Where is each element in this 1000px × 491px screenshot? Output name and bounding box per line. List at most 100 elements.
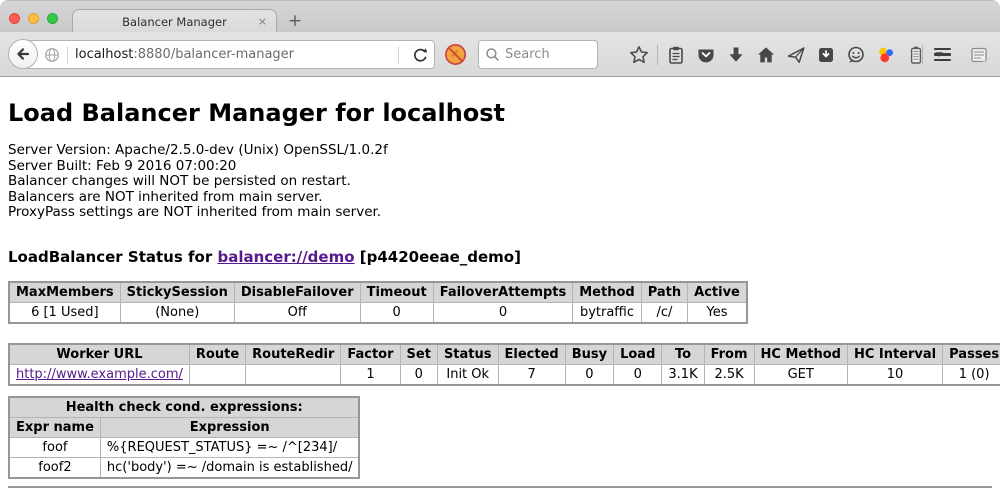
toolbar-icon-strip [626, 40, 945, 69]
table-cell: 3.1K [662, 364, 704, 385]
table-cell: 7 [498, 364, 565, 385]
balancer-settings-table: MaxMembersStickySessionDisableFailoverTi… [8, 281, 748, 324]
table-title: Health check cond. expressions: [9, 397, 359, 418]
table-cell: 0 [400, 364, 437, 385]
column-header: To [662, 344, 704, 365]
panel-grid-icon[interactable] [966, 40, 992, 69]
colored-dots-icon[interactable] [873, 40, 899, 69]
proxypass-notice-line: ProxyPass settings are NOT inherited fro… [8, 205, 992, 221]
loadbalancer-status-heading: LoadBalancer Status for balancer://demo … [8, 248, 992, 266]
table-row: foof%{REQUEST_STATUS} =~ /^[234]/ [9, 437, 359, 457]
table-cell: 2.5K [704, 364, 754, 385]
url-bar[interactable]: localhost:8880/balancer-manager [23, 40, 435, 69]
server-version-line: Server Version: Apache/2.5.0-dev (Unix) … [8, 143, 992, 159]
page-title: Load Balancer Manager for localhost [8, 99, 992, 127]
server-built-line: Server Built: Feb 9 2016 07:00:20 [8, 159, 992, 175]
table-cell: foof2 [9, 457, 100, 478]
table-cell: (None) [120, 302, 234, 323]
column-header: Set [400, 344, 437, 365]
browser-tab[interactable]: Balancer Manager × [72, 9, 277, 33]
table-row: http://www.example.com/10Init Ok7003.1K2… [9, 364, 1000, 385]
urlbar-separator [398, 46, 399, 64]
table-cell [246, 364, 341, 385]
search-input[interactable] [505, 47, 585, 62]
paper-plane-icon[interactable] [783, 40, 809, 69]
new-tab-button[interactable]: + [284, 9, 306, 33]
balancers-notice-line: Balancers are NOT inherited from main se… [8, 190, 992, 206]
column-header: HC Interval [847, 344, 942, 365]
header-row: MaxMembersStickySessionDisableFailoverTi… [9, 282, 747, 303]
table-cell: Off [234, 302, 360, 323]
menu-icon[interactable] [928, 40, 956, 69]
page-divider [8, 486, 992, 488]
search-box[interactable] [478, 40, 598, 69]
server-info: Server Version: Apache/2.5.0-dev (Unix) … [8, 143, 992, 221]
urlbar-separator [67, 46, 68, 64]
fireball-blocked-icon[interactable] [444, 43, 467, 66]
column-header: Route [189, 344, 245, 365]
column-header: Busy [565, 344, 613, 365]
column-header: DisableFailover [234, 282, 360, 303]
home-icon[interactable] [753, 40, 779, 69]
window-controls [9, 13, 58, 24]
header-row: Worker URLRouteRouteRedirFactorSetStatus… [9, 344, 1000, 365]
window-close-button[interactable] [9, 13, 20, 24]
column-header: HC Method [754, 344, 847, 365]
table-cell: 0 [565, 364, 613, 385]
square-download-icon[interactable] [813, 40, 839, 69]
worker-url-link[interactable]: http://www.example.com/ [16, 367, 183, 382]
download-arrow-icon[interactable] [723, 40, 749, 69]
worker-status-table: Worker URLRouteRouteRedirFactorSetStatus… [8, 343, 1000, 386]
table-row: foof2hc('body') =~ /domain is establishe… [9, 457, 359, 478]
table-cell: bytraffic [573, 302, 641, 323]
table-cell: 0 [433, 302, 573, 323]
pocket-icon[interactable] [693, 40, 719, 69]
url-path: :8880/balancer-manager [133, 47, 294, 62]
column-header: Path [641, 282, 687, 303]
table-cell: GET [754, 364, 847, 385]
window-zoom-button[interactable] [47, 13, 58, 24]
column-header: FailoverAttempts [433, 282, 573, 303]
column-header: Expression [100, 417, 359, 437]
column-header: Elected [498, 344, 565, 365]
table-cell: 1 (0) [943, 364, 1000, 385]
column-header: MaxMembers [9, 282, 120, 303]
table-cell: foof [9, 437, 100, 457]
table-cell [189, 364, 245, 385]
column-header: Factor [341, 344, 400, 365]
table-cell: 6 [1 Used] [9, 302, 120, 323]
search-icon [485, 47, 500, 62]
column-header: StickySession [120, 282, 234, 303]
table-row: 6 [1 Used](None)Off00bytraffic/c/Yes [9, 302, 747, 323]
table-cell: %{REQUEST_STATUS} =~ /^[234]/ [100, 437, 359, 457]
globe-icon [44, 47, 60, 63]
address-text[interactable]: localhost:8880/balancer-manager [75, 47, 294, 62]
browser-window: Balancer Manager × + localhost:8880/bala… [0, 0, 1000, 491]
table-cell: 0 [614, 364, 662, 385]
table-cell: hc('body') =~ /domain is established/ [100, 457, 359, 478]
toolbar-separator [657, 45, 658, 65]
column-header: Worker URL [9, 344, 189, 365]
reading-list-icon[interactable] [663, 40, 689, 69]
navigation-toolbar: localhost:8880/balancer-manager [0, 32, 1000, 77]
bookmark-star-icon[interactable] [626, 40, 652, 69]
table-cell: http://www.example.com/ [9, 364, 189, 385]
column-header: Status [437, 344, 498, 365]
table-cell: /c/ [641, 302, 687, 323]
column-header: Method [573, 282, 641, 303]
tab-close-icon[interactable]: × [258, 15, 267, 28]
smiley-chat-icon[interactable] [843, 40, 869, 69]
column-header: Active [688, 282, 747, 303]
balancer-demo-link[interactable]: balancer://demo [217, 248, 354, 266]
menu-group [921, 40, 996, 69]
health-check-expressions-table: Health check cond. expressions:Expr name… [8, 396, 360, 479]
header-row: Expr nameExpression [9, 417, 359, 437]
reload-button[interactable] [406, 41, 434, 68]
table-cell: Yes [688, 302, 747, 323]
toolbar-separator [922, 45, 923, 65]
column-header: Load [614, 344, 662, 365]
back-button[interactable] [8, 39, 38, 69]
persist-notice-line: Balancer changes will NOT be persisted o… [8, 174, 992, 190]
window-minimize-button[interactable] [28, 13, 39, 24]
tab-bar: Balancer Manager × + [0, 0, 1000, 32]
